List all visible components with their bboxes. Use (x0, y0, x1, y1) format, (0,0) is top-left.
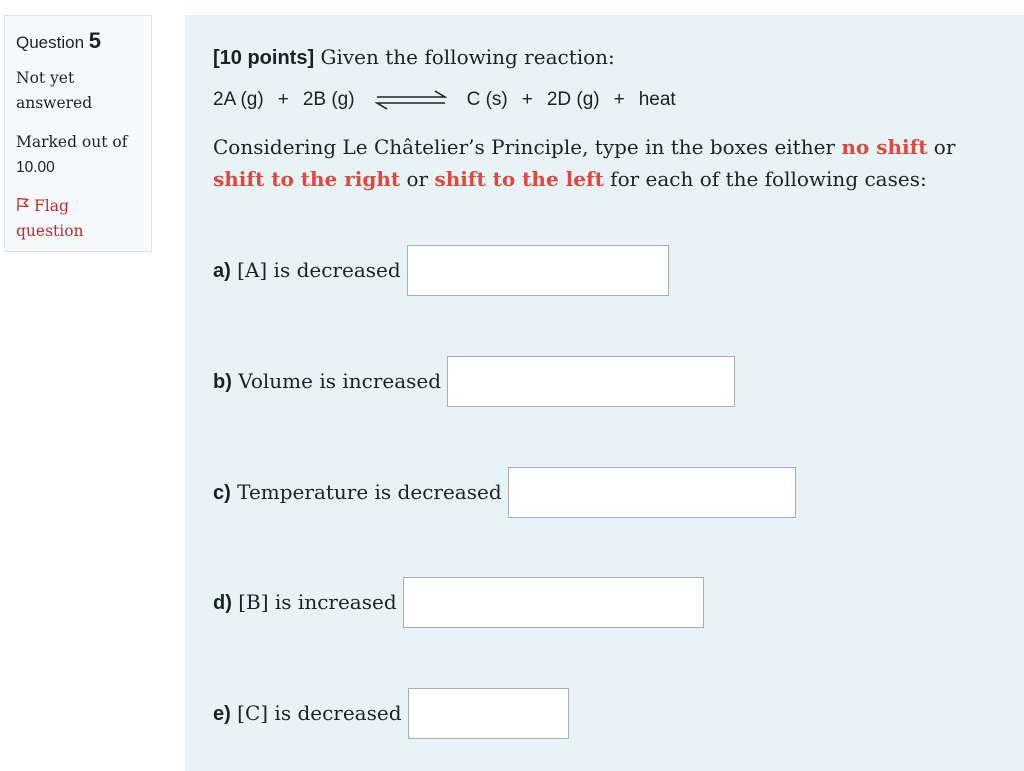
marked-out-of-label: Marked out of (16, 133, 128, 151)
case-d-label: d) [B] is increased (213, 590, 397, 615)
equilibrium-arrows-icon (355, 89, 467, 110)
case-letter: e) (213, 703, 231, 725)
answer-input-a[interactable] (406, 245, 669, 296)
answer-input-d[interactable] (402, 577, 704, 628)
case-text: Temperature is decreased (230, 480, 502, 504)
question-number: Question 5 (16, 28, 140, 54)
question-info-panel: Question 5 Not yet answered Marked out o… (4, 15, 152, 252)
instruction-part: or (400, 167, 435, 191)
flag-outline-icon (16, 197, 34, 215)
case-b-label: b) Volume is increased (213, 369, 441, 394)
plus-sign: + (521, 89, 533, 110)
case-a-label: a) [A] is decreased (213, 258, 401, 283)
case-letter: a) (213, 260, 231, 282)
question-grade: Marked out of 10.00 (16, 130, 140, 180)
answer-input-c[interactable] (507, 467, 796, 518)
flag-question-link[interactable]: Flag question (16, 194, 140, 244)
case-text: Volume is increased (231, 369, 442, 393)
heat-term: heat (638, 89, 676, 110)
question-intro: [10 points] Given the following reaction… (213, 45, 615, 70)
option-no-shift: no shift (841, 135, 928, 159)
case-d: d) [B] is increased (213, 577, 704, 628)
reactant-b: 2B (g) (302, 89, 355, 110)
product-c: C (s) (466, 89, 508, 110)
question-number-value: 5 (88, 28, 102, 53)
product-d: 2D (g) (546, 89, 600, 110)
option-shift-right: shift to the right (213, 167, 401, 191)
case-b: b) Volume is increased (213, 356, 736, 407)
case-text: [C] is decreased (230, 701, 402, 725)
case-letter: d) (213, 592, 232, 614)
case-e: e) [C] is decreased (213, 688, 569, 739)
instruction-part: for each of the following cases: (603, 167, 927, 191)
reactant-a: 2A (g) (213, 89, 264, 110)
case-letter: c) (213, 482, 231, 504)
case-text: [A] is decreased (230, 258, 401, 282)
instruction-text: Considering Le Châtelier’s Principle, ty… (213, 131, 993, 195)
question-label: Question (16, 33, 85, 52)
case-text: [B] is increased (231, 590, 397, 614)
reaction-equation: 2A (g) +2B (g) C (s) +2D (g) + heat (213, 89, 676, 111)
case-c: c) Temperature is decreased (213, 467, 796, 518)
answer-input-b[interactable] (447, 356, 736, 407)
plus-sign: + (613, 89, 625, 110)
instruction-part: or (927, 135, 956, 159)
case-c-label: c) Temperature is decreased (213, 480, 502, 505)
case-a: a) [A] is decreased (213, 245, 669, 296)
points-label: [10 points] (213, 47, 315, 69)
case-letter: b) (213, 371, 232, 393)
option-shift-left: shift to the left (434, 167, 604, 191)
question-content: [10 points] Given the following reaction… (185, 15, 1024, 771)
plus-sign: + (277, 89, 289, 110)
intro-text: Given the following reaction: (314, 45, 615, 69)
case-e-label: e) [C] is decreased (213, 701, 402, 726)
answer-input-e[interactable] (407, 688, 569, 739)
instruction-part: Considering Le Châtelier’s Principle, ty… (213, 135, 842, 159)
question-state: Not yet answered (16, 69, 93, 112)
marked-out-of-value: 10.00 (16, 159, 55, 176)
